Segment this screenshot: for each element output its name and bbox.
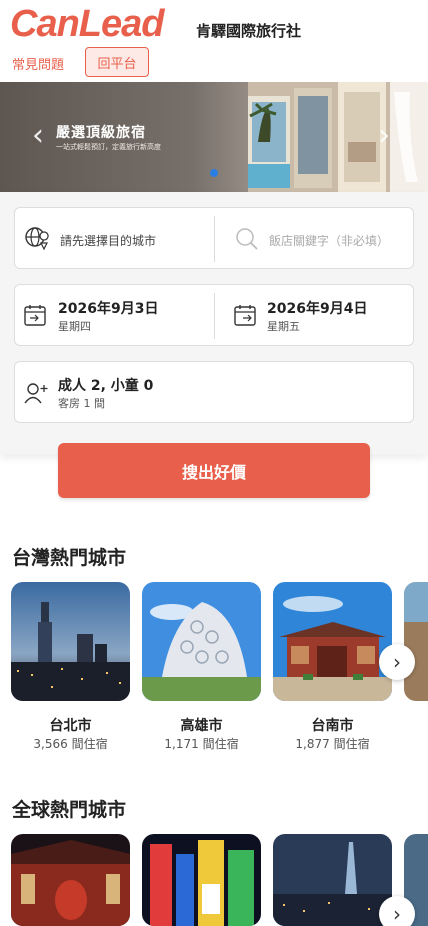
city-card-partial[interactable] (404, 582, 428, 701)
globe-pin-icon (25, 227, 49, 251)
seoul-photo[interactable] (273, 834, 392, 926)
global-section-title: 全球熱門城市 (12, 799, 127, 821)
checkin-weekday: 星期四 (58, 320, 91, 333)
destination-card: 請先選擇目的城市 飯店關鍵字（非必填） (14, 207, 414, 269)
guests-card[interactable]: 成人 2, 小童 0 客房 1 間 (14, 361, 414, 423)
destination-input[interactable]: 請先選擇目的城市 (60, 232, 156, 249)
field-divider (214, 216, 215, 262)
search-panel: 請先選擇目的城市 飯店關鍵字（非必填） 2026年9月3日 星期四 2026年9… (0, 192, 428, 454)
city-lodging-count: 3,566 間住宿 (33, 737, 108, 751)
calendar-out-icon (234, 305, 256, 326)
guests-summary: 成人 2, 小童 0 (58, 378, 154, 394)
city-lodging-count: 1,877 間住宿 (295, 737, 370, 751)
resort-photo (248, 82, 428, 192)
tainan-photo (273, 582, 392, 701)
checkout-field[interactable]: 2026年9月4日 星期五 (215, 285, 414, 347)
header: CanLead 肯驛國際旅行社 常見問題 回平台 (0, 0, 428, 82)
city-name: 台北市 (49, 718, 92, 734)
city-name: 台南市 (311, 718, 354, 734)
city-lodging-count: 1,171 間住宿 (164, 737, 239, 751)
banner-prev-icon[interactable]: ‹ (32, 116, 52, 156)
tokyo-photo[interactable] (11, 834, 130, 926)
osaka-photo[interactable] (142, 834, 261, 926)
banner-next-icon[interactable]: › (378, 116, 398, 156)
back-to-platform-button[interactable]: 回平台 (85, 47, 149, 77)
rooms-summary: 客房 1 間 (58, 397, 105, 410)
faq-link[interactable]: 常見問題 (12, 54, 64, 73)
global-next-icon[interactable]: › (379, 896, 415, 926)
brand-logo[interactable]: CanLead (10, 2, 164, 45)
checkout-date: 2026年9月4日 (267, 301, 368, 317)
hotel-keyword-input[interactable]: 飯店關鍵字（非必填） (269, 232, 389, 249)
carousel-dot-active[interactable] (210, 169, 218, 177)
banner-subtitle: 一站式輕鬆預訂，定義旅行新高度 (56, 143, 161, 151)
banner-title: 嚴選頂級旅宿 (56, 125, 146, 141)
calendar-in-icon (24, 305, 46, 326)
kaohsiung-photo (142, 582, 261, 701)
city-name: 高雄市 (180, 718, 223, 734)
dates-card: 2026年9月3日 星期四 2026年9月4日 星期五 (14, 284, 414, 346)
promo-banner[interactable]: ‹ › 嚴選頂級旅宿 一站式輕鬆預訂，定義旅行新高度 (0, 82, 428, 192)
search-icon (236, 228, 258, 250)
logo-text: CanLead (10, 2, 164, 45)
taiwan-section-title: 台灣熱門城市 (12, 547, 127, 569)
search-button[interactable]: 搜出好價 (58, 443, 370, 498)
checkout-weekday: 星期五 (267, 320, 300, 333)
company-name: 肯驛國際旅行社 (196, 22, 302, 40)
checkin-field[interactable]: 2026年9月3日 星期四 (15, 285, 214, 347)
taipei-photo (11, 582, 130, 701)
checkin-date: 2026年9月3日 (58, 301, 159, 317)
taiwan-next-icon[interactable]: › (379, 644, 415, 680)
add-person-icon (24, 383, 48, 404)
